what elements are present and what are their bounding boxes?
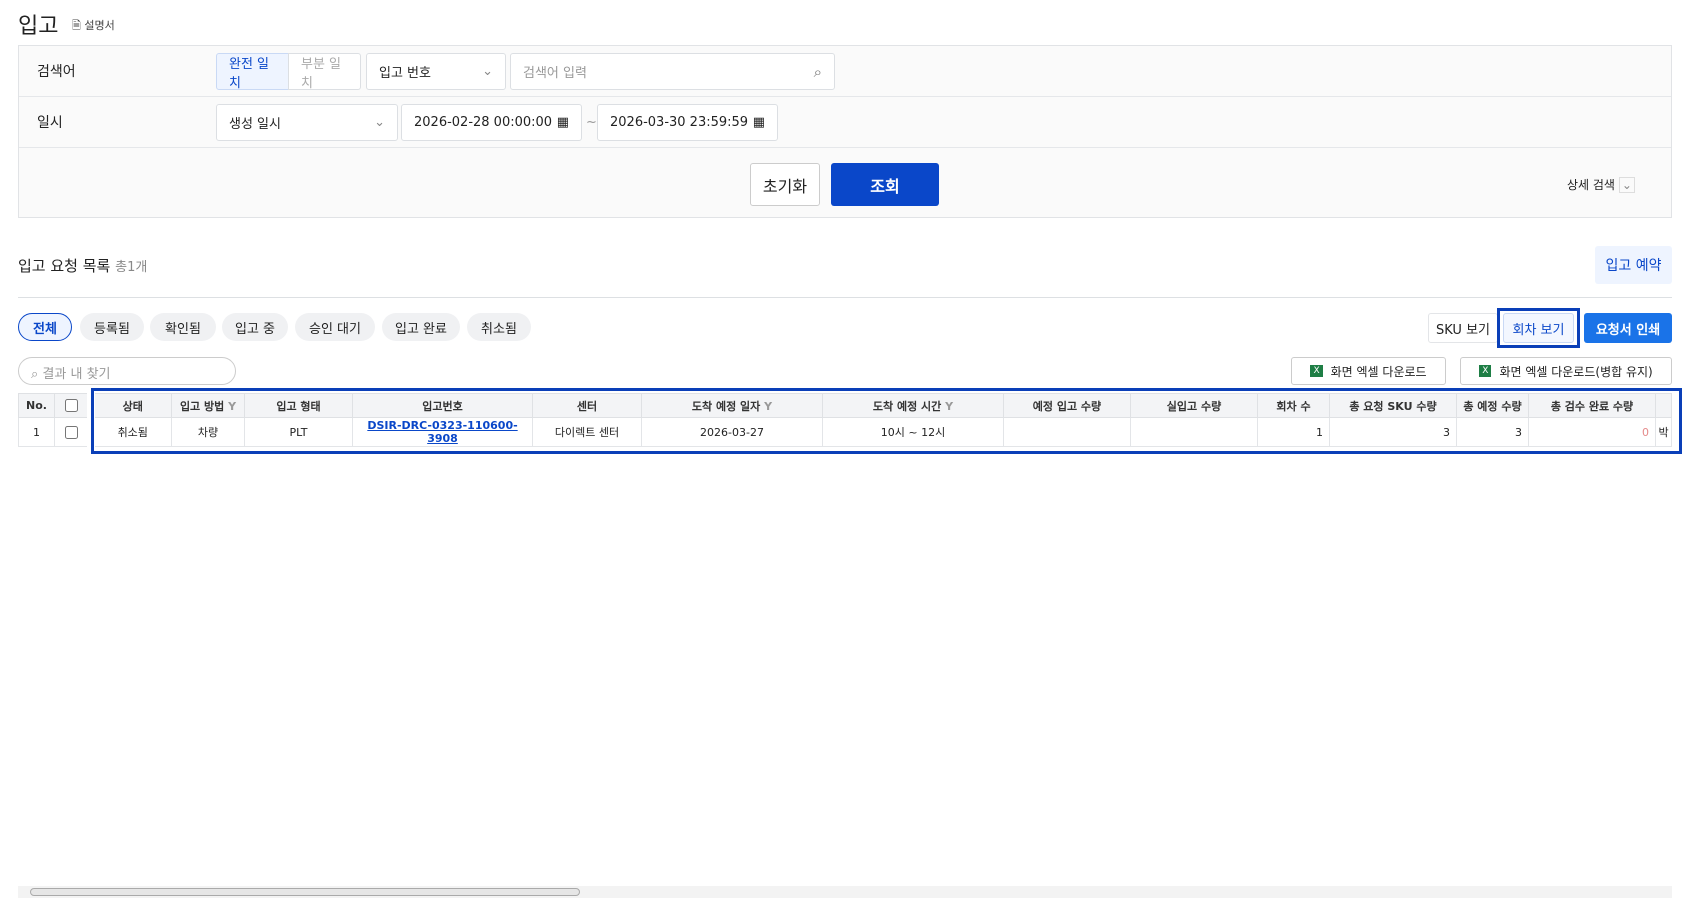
reset-button[interactable]: 초기화 <box>750 163 820 206</box>
calendar-icon: ▦ <box>556 115 569 130</box>
col-no: No. <box>18 393 55 418</box>
excel-merge-label: 화면 엑셀 다운로드(병합 유지) <box>1499 364 1653 379</box>
tab-cancelled[interactable]: 취소됨 <box>467 313 531 341</box>
list-count: 총1개 <box>115 260 148 275</box>
cell-no: 1 <box>18 417 55 447</box>
date-label: 일시 <box>37 115 63 131</box>
tab-registered[interactable]: 등록됨 <box>80 313 144 341</box>
date-from-value: 2026-02-28 00:00:00 <box>414 115 553 130</box>
print-request-button[interactable]: 요청서 인쇄 <box>1584 313 1672 343</box>
calendar-icon: ▦ <box>752 115 765 130</box>
row-checkbox[interactable] <box>64 425 78 439</box>
advanced-search-toggle[interactable]: 상세 검색 ⌄ <box>1567 176 1635 193</box>
select-all-checkbox[interactable] <box>64 399 78 412</box>
document-icon: 🗎 <box>72 19 81 32</box>
date-type-value: 생성 일시 <box>229 117 281 132</box>
chevron-down-icon: ⌄ <box>374 115 385 130</box>
excel-label: 화면 엑셀 다운로드 <box>1330 364 1427 379</box>
date-to-input[interactable]: 2026-03-30 23:59:59 ▦ <box>597 104 778 141</box>
search-field-select[interactable]: 입고 번호 ⌄ <box>366 53 506 90</box>
tab-confirmed[interactable]: 확인됨 <box>150 313 216 341</box>
horizontal-scrollbar[interactable] <box>18 886 1672 898</box>
search-placeholder: 검색어 입력 <box>523 66 587 81</box>
date-from-input[interactable]: 2026-02-28 00:00:00 ▦ <box>401 104 582 141</box>
cell-checkbox[interactable] <box>54 417 91 447</box>
list-title-text: 입고 요청 목록 <box>18 257 111 275</box>
page-title: 입고 <box>18 14 59 39</box>
result-search-input[interactable]: ⌕ 결과 내 찾기 <box>18 357 236 385</box>
search-icon: ⌕ <box>813 62 822 81</box>
list-title: 입고 요청 목록 총1개 <box>18 255 147 276</box>
advanced-label: 상세 검색 <box>1567 178 1615 192</box>
search-icon: ⌕ <box>31 367 39 382</box>
chevron-down-icon: ⌄ <box>1618 177 1635 193</box>
scrollbar-thumb[interactable] <box>30 888 580 896</box>
date-row: 일시 생성 일시 ⌄ 2026-02-28 00:00:00 ▦ ~ 2026-03… <box>19 97 1671 148</box>
keyword-label: 검색어 <box>37 64 76 80</box>
sku-view-button[interactable]: SKU 보기 <box>1428 313 1498 343</box>
tab-completed[interactable]: 입고 완료 <box>382 313 460 341</box>
result-search-placeholder: 결과 내 찾기 <box>42 367 111 382</box>
manual-link[interactable]: 🗎 설명서 <box>72 17 115 36</box>
divider <box>18 297 1672 298</box>
table-highlight-box <box>91 388 1682 454</box>
tab-pending-approval[interactable]: 승인 대기 <box>295 313 375 341</box>
chevron-down-icon: ⌄ <box>482 64 493 79</box>
reserve-button[interactable]: 입고 예약 <box>1595 246 1672 284</box>
excel-download-button[interactable]: X 화면 엑셀 다운로드 <box>1291 357 1446 385</box>
excel-icon: X <box>1310 365 1323 377</box>
excel-merge-download-button[interactable]: X 화면 엑셀 다운로드(병합 유지) <box>1460 357 1672 385</box>
date-type-select[interactable]: 생성 일시 ⌄ <box>216 104 398 141</box>
col-select-all[interactable] <box>54 393 91 418</box>
partial-match-button[interactable]: 부분 일치 <box>288 53 361 91</box>
round-view-button[interactable]: 회차 보기 <box>1503 313 1574 343</box>
search-panel: 검색어 완전 일치 부분 일치 입고 번호 ⌄ 검색어 입력 ⌕ 일시 생성 일시 ⌄… <box>18 45 1672 218</box>
keyword-row: 검색어 완전 일치 부분 일치 입고 번호 ⌄ 검색어 입력 ⌕ <box>19 46 1671 97</box>
tab-all[interactable]: 전체 <box>18 313 72 341</box>
date-to-value: 2026-03-30 23:59:59 <box>610 115 749 130</box>
search-input[interactable]: 검색어 입력 ⌕ <box>510 53 835 90</box>
tab-in-progress[interactable]: 입고 중 <box>222 313 288 341</box>
date-separator: ~ <box>586 115 597 130</box>
excel-icon: X <box>1479 365 1492 377</box>
submit-button[interactable]: 조회 <box>831 163 939 206</box>
search-field-value: 입고 번호 <box>379 66 431 81</box>
exact-match-button[interactable]: 완전 일치 <box>216 53 289 91</box>
manual-label: 설명서 <box>84 19 115 32</box>
